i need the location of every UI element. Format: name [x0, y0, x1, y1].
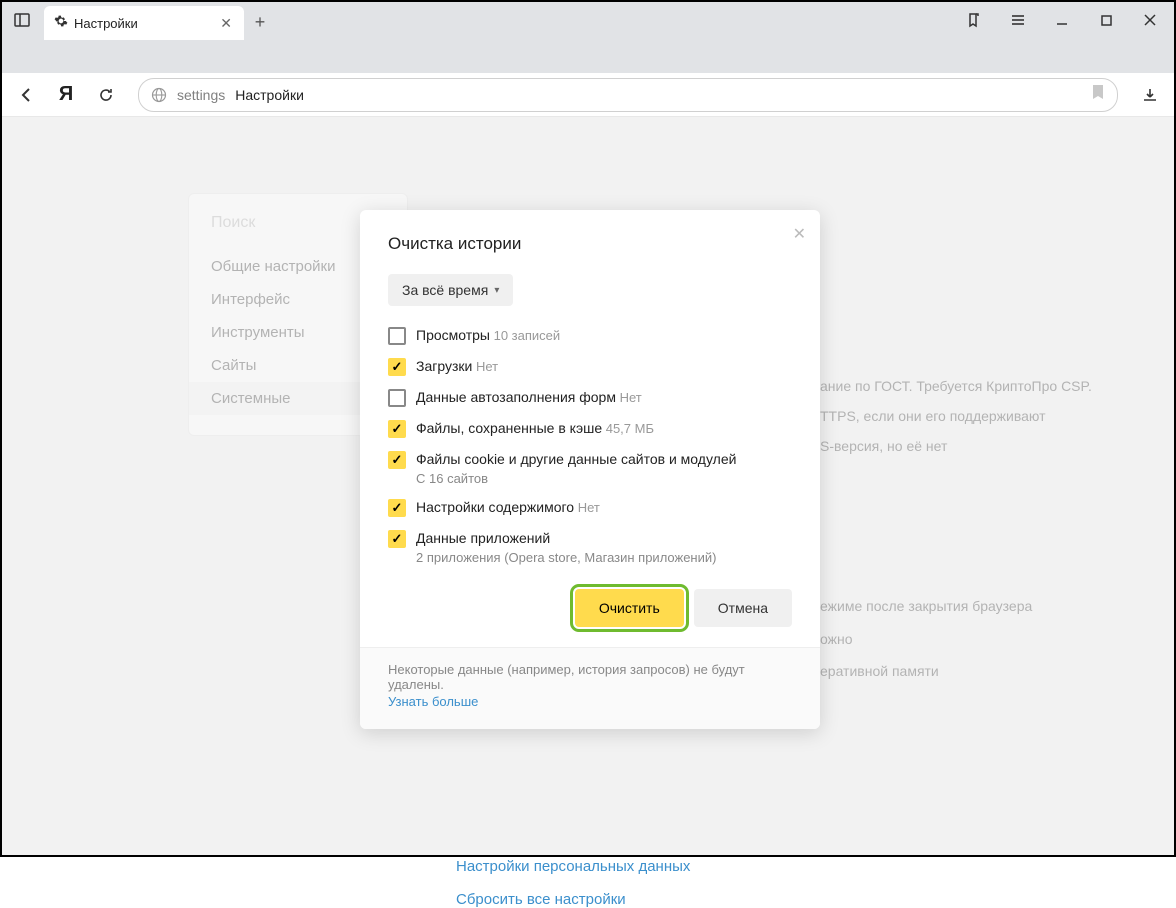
check-label: Данные приложений [416, 530, 550, 546]
minimize-button[interactable] [1042, 4, 1082, 36]
checkbox[interactable] [388, 420, 406, 438]
personal-data-link[interactable]: Настройки персональных данных [456, 858, 690, 875]
close-tab-button[interactable]: ✕ [218, 13, 234, 34]
checkbox[interactable] [388, 451, 406, 469]
back-button[interactable] [10, 79, 42, 111]
check-label: Загрузки [416, 358, 472, 374]
maximize-button[interactable] [1086, 4, 1126, 36]
checkbox[interactable] [388, 389, 406, 407]
time-range-select[interactable]: За всё время ▾ [388, 274, 513, 306]
checkbox[interactable] [388, 530, 406, 548]
gear-icon [54, 14, 68, 33]
browser-tab[interactable]: Настройки ✕ [44, 6, 244, 40]
window-controls [954, 0, 1170, 40]
time-range-label: За всё время [402, 282, 488, 298]
bookmark-icon[interactable] [1091, 84, 1105, 105]
check-label: Данные автозаполнения форм [416, 389, 616, 405]
modal-title: Очистка истории [388, 234, 792, 254]
check-row: Файлы cookie и другие данные сайтов и мо… [388, 450, 792, 486]
check-label: Просмотры [416, 327, 490, 343]
check-row: Настройки содержимого Нет [388, 498, 792, 517]
learn-more-link[interactable]: Узнать больше [388, 694, 478, 709]
chevron-down-icon: ▾ [494, 285, 499, 296]
browser-chrome: Настройки ✕ + [0, 0, 1176, 73]
modal-footer-text: Некоторые данные (например, история запр… [388, 662, 792, 692]
toolbar: Я settings Настройки [0, 73, 1176, 117]
address-prefix: settings [177, 87, 225, 103]
check-label: Файлы, сохраненные в кэше [416, 420, 602, 436]
reset-settings-link[interactable]: Сбросить все настройки [456, 891, 626, 908]
close-window-button[interactable] [1130, 4, 1170, 36]
check-row: Просмотры 10 записей [388, 326, 792, 345]
new-tab-button[interactable]: + [244, 5, 276, 39]
clear-button[interactable]: Очистить [575, 589, 684, 627]
downloads-button[interactable] [1134, 79, 1166, 111]
tab-title: Настройки [74, 16, 212, 31]
yandex-home-button[interactable]: Я [50, 79, 82, 111]
reload-button[interactable] [90, 79, 122, 111]
check-row: Файлы, сохраненные в кэше 45,7 МБ [388, 419, 792, 438]
check-hint: Нет [472, 359, 498, 374]
close-modal-button[interactable]: ✕ [793, 224, 806, 244]
check-subtext: С 16 сайтов [416, 471, 736, 486]
checkbox[interactable] [388, 327, 406, 345]
address-bar[interactable]: settings Настройки [138, 78, 1118, 112]
check-row: Данные автозаполнения форм Нет [388, 388, 792, 407]
address-text: Настройки [235, 87, 304, 103]
bookmarks-icon[interactable] [954, 4, 994, 36]
check-hint: 10 записей [490, 328, 560, 343]
check-subtext: 2 приложения (Opera store, Магазин прило… [416, 550, 716, 565]
side-panel-button[interactable] [8, 6, 36, 34]
cancel-button[interactable]: Отмена [694, 589, 792, 627]
check-hint: Нет [574, 500, 600, 515]
checkbox[interactable] [388, 499, 406, 517]
checkbox[interactable] [388, 358, 406, 376]
check-hint: 45,7 МБ [602, 421, 654, 436]
menu-button[interactable] [998, 4, 1038, 36]
check-row: Данные приложений 2 приложения (Opera sto… [388, 529, 792, 565]
check-label: Файлы cookie и другие данные сайтов и мо… [416, 451, 736, 467]
check-row: Загрузки Нет [388, 357, 792, 376]
globe-icon [151, 87, 167, 103]
clear-history-modal: ✕ Очистка истории За всё время ▾ Просмот… [360, 210, 820, 729]
check-hint: Нет [616, 390, 642, 405]
check-label: Настройки содержимого [416, 499, 574, 515]
